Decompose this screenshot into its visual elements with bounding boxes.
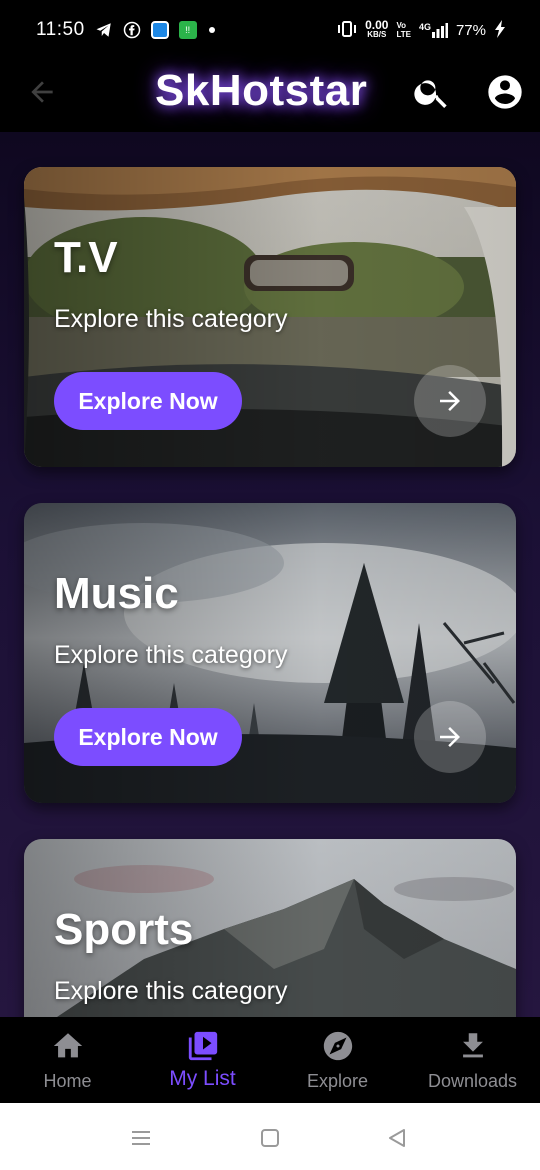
- facebook-icon: [123, 21, 141, 39]
- playlist-play-icon: [188, 1031, 217, 1061]
- status-left: 11:50 !!: [36, 19, 215, 41]
- volte-top: Vo: [396, 21, 407, 30]
- recents-button[interactable]: [130, 1127, 152, 1149]
- category-card-tv[interactable]: T.V Explore this category Explore Now: [24, 167, 516, 467]
- nav-item-explore[interactable]: Explore: [270, 1017, 405, 1103]
- signal-icon: 4G: [419, 22, 448, 38]
- nav-item-home[interactable]: Home: [0, 1017, 135, 1103]
- nav-item-my-list[interactable]: My List: [135, 1017, 270, 1103]
- card-subtitle: Explore this category: [54, 305, 288, 333]
- arrow-forward-icon: [440, 727, 460, 747]
- status-right: 0.00 KB/S Vo LTE 4G 77%: [337, 18, 506, 41]
- card-title: Sports: [54, 905, 194, 954]
- net-speed: 0.00 KB/S: [365, 18, 389, 40]
- nav-label-home: Home: [43, 1071, 92, 1091]
- arrow-forward-button[interactable]: [414, 365, 486, 437]
- nav-label-explore: Explore: [306, 1071, 369, 1091]
- app-title: SkHotstar: [155, 66, 368, 115]
- square-icon: [261, 1129, 279, 1147]
- search-icon: [414, 80, 447, 108]
- app-notification-icon: [150, 21, 169, 39]
- app-bar: SkHotstar: [0, 60, 540, 132]
- nav-label-my-list: My List: [169, 1067, 236, 1090]
- home-icon: [53, 1033, 82, 1058]
- category-card-sports[interactable]: Sports Explore this category: [24, 839, 516, 1017]
- home-system-button[interactable]: [259, 1127, 281, 1149]
- arrow-forward-button[interactable]: [414, 701, 486, 773]
- status-time: 11:50: [36, 19, 85, 40]
- nav-item-downloads[interactable]: Downloads: [405, 1017, 540, 1103]
- menu-lines-icon: [132, 1131, 150, 1145]
- status-bar: 11:50 !! 0.00 KB/S Vo LTE 4G 77%: [0, 0, 540, 60]
- back-system-button[interactable]: [386, 1127, 408, 1149]
- category-list[interactable]: T.V Explore this category Explore Now Mu…: [0, 132, 540, 1017]
- explore-now-button[interactable]: Explore Now: [54, 708, 242, 766]
- back-button[interactable]: [26, 76, 58, 108]
- nav-label-downloads: Downloads: [427, 1071, 518, 1091]
- triangle-back-icon: [389, 1129, 405, 1147]
- net-speed-unit: KB/S: [367, 30, 387, 39]
- account-circle-icon: [488, 75, 522, 109]
- system-navigation-bar: [0, 1103, 540, 1170]
- battery-level: 77%: [455, 21, 486, 39]
- app-notification-icon-2: !!: [178, 21, 197, 39]
- account-button[interactable]: [485, 72, 525, 112]
- category-card-music[interactable]: Music Explore this category Explore Now: [24, 503, 516, 803]
- telegram-icon: [95, 21, 113, 39]
- card-subtitle: Explore this category: [54, 641, 288, 669]
- vibrate-icon: [337, 20, 357, 41]
- network-type: 4G: [418, 22, 431, 32]
- net-speed-value: 0.00: [365, 18, 389, 32]
- search-button[interactable]: [412, 72, 452, 112]
- card-title: T.V: [54, 233, 118, 282]
- more-notifications-dot: [208, 27, 215, 33]
- card-subtitle: Explore this category: [54, 977, 288, 1005]
- card-title: Music: [54, 569, 179, 618]
- volte-bottom: LTE: [396, 30, 411, 39]
- arrow-forward-icon: [440, 391, 460, 411]
- compass-icon: [323, 1031, 352, 1061]
- charging-icon: [494, 19, 506, 41]
- download-icon: [462, 1033, 483, 1058]
- arrow-back-icon: [31, 81, 53, 103]
- volte-indicator: Vo LTE: [396, 21, 411, 39]
- explore-now-button[interactable]: Explore Now: [54, 372, 242, 430]
- bottom-navigation: Home My List Explore Downloads: [0, 1017, 540, 1103]
